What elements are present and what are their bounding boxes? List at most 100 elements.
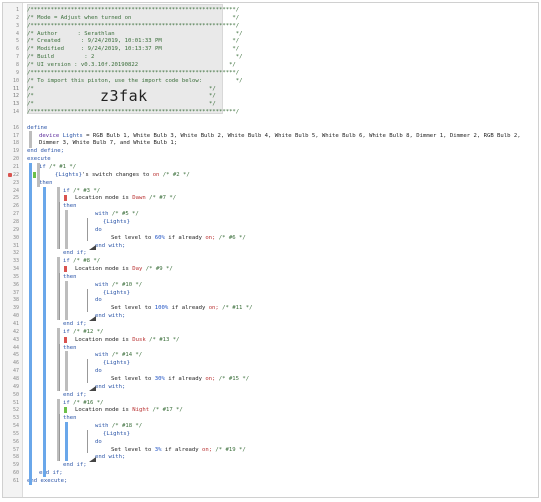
line-number: 5 [15, 38, 19, 45]
code-text: /* Author : Serathlan */ [27, 30, 243, 37]
line-number: 17 [12, 132, 19, 139]
line-number: 39 [12, 305, 19, 312]
line-number: 6 [15, 46, 19, 53]
code-text: then [63, 344, 77, 351]
code-text: device Lights = RGB Bulb 1, White Bulb 3… [39, 132, 521, 139]
code-line: 9 /**************************************… [3, 69, 538, 77]
code-text: execute [27, 155, 51, 163]
if-rail [37, 163, 40, 187]
level-value: 60% [154, 234, 165, 241]
line-number: 53 [12, 415, 19, 422]
code-text: Set level to 30% if already on; /* #15 *… [111, 375, 250, 382]
line-number: 48 [12, 375, 19, 382]
code-line: 19 end define; [3, 147, 538, 155]
line-number: 25 [12, 195, 19, 202]
code-line: 44 then [3, 344, 538, 352]
line-number: 40 [12, 313, 19, 320]
with-rail [65, 280, 68, 320]
with-devices: {Lights} [103, 289, 130, 296]
line-number: 7 [15, 54, 19, 61]
code-line: 3 /**************************************… [3, 22, 538, 30]
trigger-device: {Lights} [55, 171, 82, 178]
code-line: 40 end with; [3, 312, 538, 320]
with-rail [65, 210, 68, 250]
code-text: Location mode is Dusk /* #13 */ [75, 336, 180, 343]
execute-keyword: execute [27, 156, 51, 163]
code-line: 38 do [3, 296, 538, 304]
code-text: end define; [27, 147, 64, 155]
code-text: end if; [63, 321, 87, 327]
line-number: 43 [12, 336, 19, 343]
line-number: 33 [12, 258, 19, 265]
line-number: 44 [12, 344, 19, 351]
code-line: 11 */ [3, 85, 538, 93]
line-number: 58 [12, 454, 19, 461]
code-line: 61 end execute; [3, 477, 538, 485]
then-rail [43, 186, 46, 477]
code-text: with /* #14 */ [95, 352, 143, 359]
line-number: 42 [12, 328, 19, 335]
code-line: 30 Set level to 60% if already on; /* #6 … [3, 234, 538, 242]
then-connector [59, 343, 60, 391]
with-devices: {Lights} [103, 430, 130, 437]
do-connector [87, 429, 88, 454]
code-line: 57 Set level to 3% if already on; /* #19 … [3, 446, 538, 454]
level-value: 100% [154, 305, 169, 312]
code-text: Set level to 60% if already on; /* #6 */ [111, 234, 246, 241]
code-text: end execute; [27, 477, 67, 485]
code-line: 29 do [3, 226, 538, 234]
code-text: with /* #10 */ [95, 281, 143, 288]
code-text: end with; [95, 242, 126, 249]
execute-rail [29, 163, 32, 485]
code-text: with /* #5 */ [95, 211, 139, 218]
code-line: 32 end if; [3, 249, 538, 257]
location-mode: Location mode [75, 407, 119, 414]
code-line: 60 end if; [3, 469, 538, 477]
code-line: 34 Location mode is Day /* #9 */ [3, 265, 538, 273]
device-list: RGB Bulb 1, White Bulb 3, White Bulb 2, … [92, 132, 521, 139]
line-number: 19 [12, 148, 19, 155]
line-number: 11 [12, 85, 19, 92]
code-text: */ [209, 101, 216, 108]
line-number: 34 [12, 266, 19, 273]
code-text: {Lights}'s switch changes to on /* #2 */ [55, 171, 190, 178]
line-number: 9 [15, 69, 19, 76]
do-connector [87, 217, 88, 242]
condition-marker [64, 195, 67, 202]
mode-value: Dusk [132, 336, 146, 343]
code-line: 53 then [3, 414, 538, 422]
code-line: 31 end with; [3, 242, 538, 250]
code-text: /***************************************… [27, 109, 240, 116]
line-number: 1 [15, 7, 19, 13]
code-line: 20 execute [3, 155, 538, 163]
line-number: 8 [15, 61, 19, 68]
with-devices: {Lights} [103, 218, 130, 225]
code-text: end if; [63, 462, 87, 469]
line-number: 23 [12, 179, 19, 186]
if-keyword: if [39, 164, 46, 170]
line-number: 18 [12, 140, 19, 147]
with-rail [65, 422, 68, 462]
line-number: 13 [12, 101, 19, 108]
level-value: 30% [154, 375, 165, 382]
code-text: /***************************************… [27, 69, 240, 76]
code-text: /* Modified : 9/24/2019, 10:13:37 PM */ [27, 46, 240, 53]
code-line: 22 {Lights}'s switch changes to on /* #2 … [3, 171, 538, 179]
then-connector [59, 272, 60, 320]
line-number: 28 [12, 218, 19, 225]
code-text: do [95, 297, 102, 304]
code-line: 45 with /* #14 */ [3, 351, 538, 359]
code-line: 4 /* Author : Serathlan */ [3, 30, 538, 38]
condition-marker [64, 407, 67, 414]
code-text: if /* #8 */ [63, 258, 101, 265]
code-line: 6 /* Modified : 9/24/2019, 10:13:37 PM */ [3, 45, 538, 53]
code-text: if /* #1 */ [39, 164, 77, 170]
code-text: */ [209, 93, 216, 100]
code-line: 23 then [3, 179, 538, 187]
code-line: 58 end with; [3, 453, 538, 461]
code-text: /***************************************… [27, 7, 240, 13]
code-text: end if; [63, 391, 87, 398]
code-line: 41 end if; [3, 320, 538, 328]
code-text: /* UI version : v0.3.10f.20190822 */ [27, 61, 236, 68]
line-number: 24 [12, 187, 19, 194]
